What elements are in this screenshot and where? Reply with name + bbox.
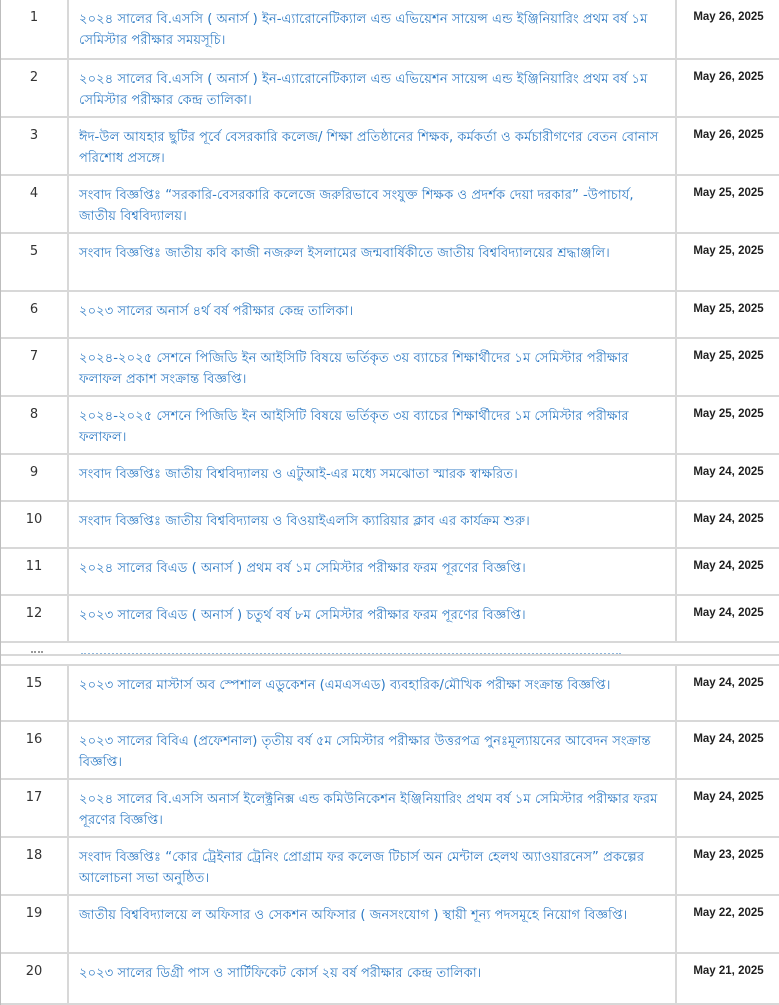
- notice-title-cell: সংবাদ বিজ্ঞপ্তিঃ জাতীয় কবি কাজী নজরুল ই…: [69, 234, 677, 290]
- notice-title-cell: জাতীয় বিশ্ববিদ্যালয়ে ল অফিসার ও সেকশন …: [69, 896, 677, 952]
- serial-number: 19: [1, 896, 69, 952]
- notice-link[interactable]: সংবাদ বিজ্ঞপ্তিঃ জাতীয় কবি কাজী নজরুল ই…: [79, 246, 610, 261]
- serial-number: 7: [1, 339, 69, 395]
- notice-date: May 24, 2025: [693, 513, 764, 525]
- serial-number: 4: [1, 176, 69, 232]
- notice-link[interactable]: সংবাদ বিজ্ঞপ্তিঃ জাতীয় বিশ্ববিদ্যালয় ও…: [79, 514, 530, 529]
- notice-date: May 25, 2025: [693, 245, 764, 257]
- serial-number: 18: [1, 838, 69, 894]
- notice-link[interactable]: সংবাদ বিজ্ঞপ্তিঃ জাতীয় বিশ্ববিদ্যালয় ও…: [79, 467, 518, 482]
- table-row: 7 ২০২৪-২০২৫ সেশনে পিজিডি ইন আইসিটি বিষয়…: [1, 339, 779, 397]
- notice-link[interactable]: ২০২৪ সালের বিএড ( অনার্স ) প্রথম বর্ষ ১ম…: [79, 561, 526, 576]
- notice-title-cell: ২০২৪-২০২৫ সেশনে পিজিডি ইন আইসিটি বিষয়ে …: [69, 397, 677, 453]
- serial-number: 3: [1, 118, 69, 174]
- notice-link[interactable]: ২০২৩ সালের ডিগ্রী পাস ও সার্টিফিকেট কোর্…: [79, 966, 481, 981]
- truncated-row-fragment: [31, 651, 43, 653]
- table-row: 20 ২০২৩ সালের ডিগ্রী পাস ও সার্টিফিকেট ক…: [1, 954, 779, 1005]
- serial-number: 20: [1, 954, 69, 1003]
- notice-title-cell: ২০২৩ সালের ডিগ্রী পাস ও সার্টিফিকেট কোর্…: [69, 954, 677, 1003]
- serial-number: 2: [1, 60, 69, 116]
- serial-number: 1: [1, 0, 69, 58]
- notice-title-cell: ২০২৪-২০২৫ সেশনে পিজিডি ইন আইসিটি বিষয়ে …: [69, 339, 677, 395]
- table-row: 19 জাতীয় বিশ্ববিদ্যালয়ে ল অফিসার ও সেক…: [1, 896, 779, 954]
- notice-link[interactable]: সংবাদ বিজ্ঞপ্তিঃ “কোর ট্রেইনার ট্রেনিং প…: [79, 850, 644, 886]
- notice-date: May 26, 2025: [693, 71, 764, 83]
- notice-link[interactable]: ২০২৪ সালের বি.এসসি ( অনার্স ) ইন-এ্যারোন…: [79, 12, 647, 48]
- notice-link[interactable]: ২০২৪ সালের বি.এসসি ( অনার্স ) ইন-এ্যারোন…: [79, 72, 647, 108]
- table-row: 5 সংবাদ বিজ্ঞপ্তিঃ জাতীয় কবি কাজী নজরুল…: [1, 234, 779, 292]
- notice-title-cell: সংবাদ বিজ্ঞপ্তিঃ জাতীয় বিশ্ববিদ্যালয় ও…: [69, 502, 677, 547]
- table-row: 6 ২০২৩ সালের অনার্স ৪র্থ বর্ষ পরীক্ষার ক…: [1, 292, 779, 339]
- table-row: 9 সংবাদ বিজ্ঞপ্তিঃ জাতীয় বিশ্ববিদ্যালয়…: [1, 455, 779, 502]
- serial-number: 6: [1, 292, 69, 337]
- table-row: 15 ২০২৩ সালের মাস্টার্স অব স্পেশাল এডুকে…: [1, 664, 779, 722]
- serial-number: 5: [1, 234, 69, 290]
- notice-title-cell: ২০২৪ সালের বি.এসসি ( অনার্স ) ইন-এ্যারোন…: [69, 0, 677, 58]
- notice-link[interactable]: জাতীয় বিশ্ববিদ্যালয়ে ল অফিসার ও সেকশন …: [79, 908, 627, 923]
- notice-date: May 24, 2025: [693, 677, 764, 689]
- notice-date: May 26, 2025: [693, 129, 764, 141]
- notice-link[interactable]: ২০২৩ সালের অনার্স ৪র্থ বর্ষ পরীক্ষার কেন…: [79, 304, 353, 319]
- notice-date: May 21, 2025: [693, 965, 764, 977]
- notice-date: May 25, 2025: [693, 303, 764, 315]
- notice-link[interactable]: ২০২৪ সালের বি.এসসি অনার্স ইলেক্ট্রনিক্স …: [79, 792, 658, 828]
- table-row: 8 ২০২৪-২০২৫ সেশনে পিজিডি ইন আইসিটি বিষয়…: [1, 397, 779, 455]
- notice-title-cell: ঈদ-উল আযহার ছুটির পূর্বে বেসরকারি কলেজ/ …: [69, 118, 677, 174]
- serial-number: 9: [1, 455, 69, 500]
- notice-date: May 24, 2025: [693, 560, 764, 572]
- notice-date: May 24, 2025: [693, 466, 764, 478]
- table-row: 10 সংবাদ বিজ্ঞপ্তিঃ জাতীয় বিশ্ববিদ্যালয…: [1, 502, 779, 549]
- table-row: 2 ২০২৪ সালের বি.এসসি ( অনার্স ) ইন-এ্যার…: [1, 60, 779, 118]
- serial-number: 10: [1, 502, 69, 547]
- notice-title-cell: ২০২৩ সালের বিবিএ (প্রফেশনাল) তৃতীয় বর্ষ…: [69, 722, 677, 778]
- table-row: 1 ২০২৪ সালের বি.এসসি ( অনার্স ) ইন-এ্যার…: [1, 0, 779, 60]
- notice-title-cell: সংবাদ বিজ্ঞপ্তিঃ “কোর ট্রেইনার ট্রেনিং প…: [69, 838, 677, 894]
- notice-title-cell: ২০২৪ সালের বিএড ( অনার্স ) প্রথম বর্ষ ১ম…: [69, 549, 677, 594]
- notice-link[interactable]: ২০২৪-২০২৫ সেশনে পিজিডি ইন আইসিটি বিষয়ে …: [79, 351, 629, 387]
- notice-title-cell: ২০২৪ সালের বি.এসসি অনার্স ইলেক্ট্রনিক্স …: [69, 780, 677, 836]
- table-row: 17 ২০২৪ সালের বি.এসসি অনার্স ইলেক্ট্রনিক…: [1, 780, 779, 838]
- notice-title-cell: ২০২৩ সালের মাস্টার্স অব স্পেশাল এডুকেশন …: [69, 666, 677, 720]
- table-row: 16 ২০২৩ সালের বিবিএ (প্রফেশনাল) তৃতীয় ব…: [1, 722, 779, 780]
- notice-link[interactable]: ২০২৩ সালের বিবিএ (প্রফেশনাল) তৃতীয় বর্ষ…: [79, 734, 651, 770]
- notice-title-cell: ২০২৩ সালের অনার্স ৪র্থ বর্ষ পরীক্ষার কেন…: [69, 292, 677, 337]
- notice-table: 1 ২০২৪ সালের বি.এসসি ( অনার্স ) ইন-এ্যার…: [0, 0, 779, 1005]
- notice-title-cell: ২০২৪ সালের বি.এসসি ( অনার্স ) ইন-এ্যারোন…: [69, 60, 677, 116]
- notice-date: May 24, 2025: [693, 733, 764, 745]
- serial-number: 12: [1, 596, 69, 641]
- notice-link[interactable]: ২০২৩ সালের বিএড ( অনার্স ) চতুর্থ বর্ষ ৮…: [79, 608, 526, 623]
- serial-number: 16: [1, 722, 69, 778]
- notice-date: May 25, 2025: [693, 187, 764, 199]
- serial-number: 8: [1, 397, 69, 453]
- notice-title-cell: সংবাদ বিজ্ঞপ্তিঃ “সরকারি-বেসরকারি কলেজে …: [69, 176, 677, 232]
- truncated-row-fragment: [81, 653, 621, 654]
- notice-date: May 23, 2025: [693, 849, 764, 861]
- notice-title-cell: ২০২৩ সালের বিএড ( অনার্স ) চতুর্থ বর্ষ ৮…: [69, 596, 677, 641]
- notice-date: May 25, 2025: [693, 350, 764, 362]
- notice-title-cell: সংবাদ বিজ্ঞপ্তিঃ জাতীয় বিশ্ববিদ্যালয় ও…: [69, 455, 677, 500]
- truncated-row-strip: [1, 648, 779, 656]
- table-row: 18 সংবাদ বিজ্ঞপ্তিঃ “কোর ট্রেইনার ট্রেনি…: [1, 838, 779, 896]
- serial-number: 15: [1, 666, 69, 720]
- notice-date: May 26, 2025: [693, 11, 764, 23]
- notice-date: May 24, 2025: [693, 607, 764, 619]
- notice-link[interactable]: ২০২৩ সালের মাস্টার্স অব স্পেশাল এডুকেশন …: [79, 678, 610, 693]
- table-row: 11 ২০২৪ সালের বিএড ( অনার্স ) প্রথম বর্ষ…: [1, 549, 779, 596]
- notice-link[interactable]: সংবাদ বিজ্ঞপ্তিঃ “সরকারি-বেসরকারি কলেজে …: [79, 188, 634, 224]
- notice-date: May 24, 2025: [693, 791, 764, 803]
- notice-link[interactable]: ঈদ-উল আযহার ছুটির পূর্বে বেসরকারি কলেজ/ …: [79, 130, 658, 166]
- table-row: 12 ২০২৩ সালের বিএড ( অনার্স ) চতুর্থ বর্…: [1, 596, 779, 643]
- notice-date: May 25, 2025: [693, 408, 764, 420]
- table-row: 3 ঈদ-উল আযহার ছুটির পূর্বে বেসরকারি কলেজ…: [1, 118, 779, 176]
- table-row: 4 সংবাদ বিজ্ঞপ্তিঃ “সরকারি-বেসরকারি কলেজ…: [1, 176, 779, 234]
- serial-number: 11: [1, 549, 69, 594]
- notice-link[interactable]: ২০২৪-২০২৫ সেশনে পিজিডি ইন আইসিটি বিষয়ে …: [79, 409, 629, 445]
- serial-number: 17: [1, 780, 69, 836]
- notice-date: May 22, 2025: [693, 907, 764, 919]
